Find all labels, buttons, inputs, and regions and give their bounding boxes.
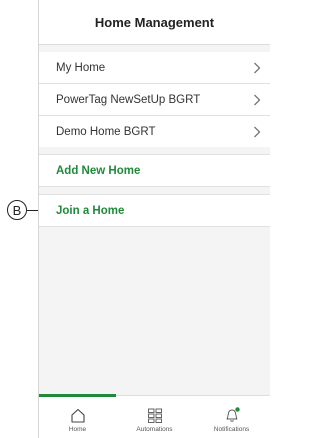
- add-new-home-label: Add New Home: [56, 164, 141, 177]
- tab-automations[interactable]: Automations: [116, 396, 193, 438]
- homes-list: My Home PowerTag NewSetUp BGRT Demo Home…: [39, 52, 270, 147]
- home-item-label: My Home: [56, 61, 106, 74]
- bell-icon: [226, 407, 240, 422]
- tab-label: Home: [68, 426, 87, 433]
- home-item-label: Demo Home BGRT: [56, 125, 156, 138]
- header: Home Management: [39, 0, 270, 45]
- grid-icon: [147, 408, 162, 423]
- page-title: Home Management: [94, 14, 215, 30]
- home-item-demo[interactable]: Demo Home BGRT: [39, 116, 270, 147]
- chevron-right-icon: [254, 94, 261, 105]
- callout-badge: B: [7, 200, 27, 220]
- home-item-powertag[interactable]: PowerTag NewSetUp BGRT: [39, 84, 270, 116]
- home-item-label: PowerTag NewSetUp BGRT: [56, 93, 201, 106]
- join-home-label: Join a Home: [56, 204, 125, 217]
- chevron-right-icon: [254, 62, 261, 73]
- app-screen: Home Management My Home PowerTag NewSetU…: [38, 0, 270, 438]
- home-icon: [70, 408, 85, 423]
- tab-label: Notifications: [213, 426, 250, 433]
- notification-dot: [234, 407, 240, 412]
- tab-home[interactable]: Home: [39, 394, 116, 438]
- chevron-right-icon: [254, 126, 261, 137]
- add-new-home-button[interactable]: Add New Home: [39, 154, 270, 187]
- join-home-button[interactable]: Join a Home: [39, 194, 270, 227]
- tab-bar: Home Automations Notifications: [39, 394, 270, 438]
- tab-label: Automations: [136, 426, 173, 433]
- tab-notifications[interactable]: Notifications: [193, 396, 270, 438]
- home-item-my-home[interactable]: My Home: [39, 52, 270, 84]
